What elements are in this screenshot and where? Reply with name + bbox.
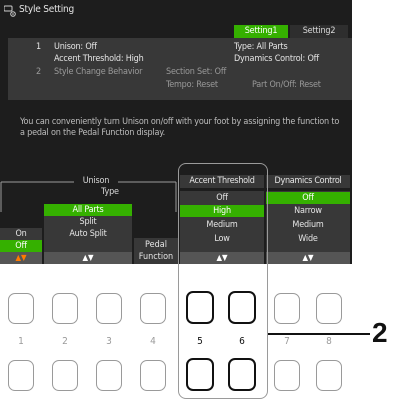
type-option-auto-split[interactable]: Auto Split (44, 228, 132, 240)
dynamics-option-narrow[interactable]: Narrow (266, 205, 350, 217)
unison-option-on[interactable]: On (0, 228, 42, 240)
button-number-1: 1 (18, 336, 24, 347)
dynamics-option-medium[interactable]: Medium (266, 219, 350, 231)
description-text: You can conveniently turn Unison on/off … (20, 117, 340, 138)
type-value[interactable]: Type: All Parts (234, 42, 288, 53)
button-number-2: 2 (62, 336, 68, 347)
unison-onoff-arrows[interactable]: ▲▼ (0, 252, 42, 264)
unison-type-label: Type (101, 187, 119, 197)
page-title: Style Setting (19, 4, 75, 15)
upper-button-8[interactable] (316, 293, 342, 324)
accent-threshold-value[interactable]: Accent Threshold: High (54, 54, 144, 65)
lower-button-8[interactable] (316, 360, 342, 391)
lower-button-3[interactable] (96, 360, 122, 391)
callout-line (268, 333, 370, 335)
highlight-frame (178, 163, 268, 399)
unison-option-off[interactable]: Off (0, 240, 42, 252)
style-change-behavior-label[interactable]: Style Change Behavior (54, 67, 142, 78)
upper-button-2[interactable] (52, 293, 78, 324)
dynamics-control-arrows[interactable]: ▲▼ (266, 252, 350, 264)
tab-setting1[interactable]: Setting1 (234, 25, 288, 38)
dynamics-control-header: Dynamics Control (266, 175, 350, 188)
type-option-all-parts[interactable]: All Parts (44, 204, 132, 216)
settings-summary-panel: 1 Unison: Off Type: All Parts Accent Thr… (8, 38, 352, 100)
dynamics-option-wide[interactable]: Wide (266, 233, 350, 245)
lower-button-1[interactable] (8, 360, 34, 391)
type-option-split[interactable]: Split (44, 216, 132, 228)
dynamics-control-value[interactable]: Dynamics Control: Off (234, 54, 319, 65)
button-number-8: 8 (326, 336, 332, 347)
dynamics-option-off[interactable]: Off (266, 192, 350, 204)
unison-type-arrows[interactable]: ▲▼ (44, 252, 132, 264)
row-2-number: 2 (36, 67, 41, 77)
section-set-value[interactable]: Section Set: Off (166, 67, 226, 78)
lcd-screen: Style Setting Setting1 Setting2 1 Unison… (0, 0, 352, 264)
lower-button-2[interactable] (52, 360, 78, 391)
button-number-7: 7 (284, 336, 290, 347)
button-number-4: 4 (150, 336, 156, 347)
unison-value[interactable]: Unison: Off (54, 42, 97, 53)
row-1-number: 1 (36, 42, 41, 52)
pedal-function-button[interactable]: Pedal Function (134, 238, 178, 264)
button-number-3: 3 (106, 336, 112, 347)
style-setting-icon (4, 5, 16, 17)
lower-button-4[interactable] (140, 360, 166, 391)
upper-button-3[interactable] (96, 293, 122, 324)
upper-button-1[interactable] (8, 293, 34, 324)
callout-number: 2 (372, 317, 388, 348)
upper-button-7[interactable] (274, 293, 300, 324)
part-onoff-value[interactable]: Part On/Off: Reset (252, 80, 321, 91)
lower-button-7[interactable] (274, 360, 300, 391)
tempo-value[interactable]: Tempo: Reset (166, 80, 218, 91)
upper-button-4[interactable] (140, 293, 166, 324)
unison-group-label: Unison (82, 176, 110, 186)
tab-setting2[interactable]: Setting2 (290, 25, 348, 38)
